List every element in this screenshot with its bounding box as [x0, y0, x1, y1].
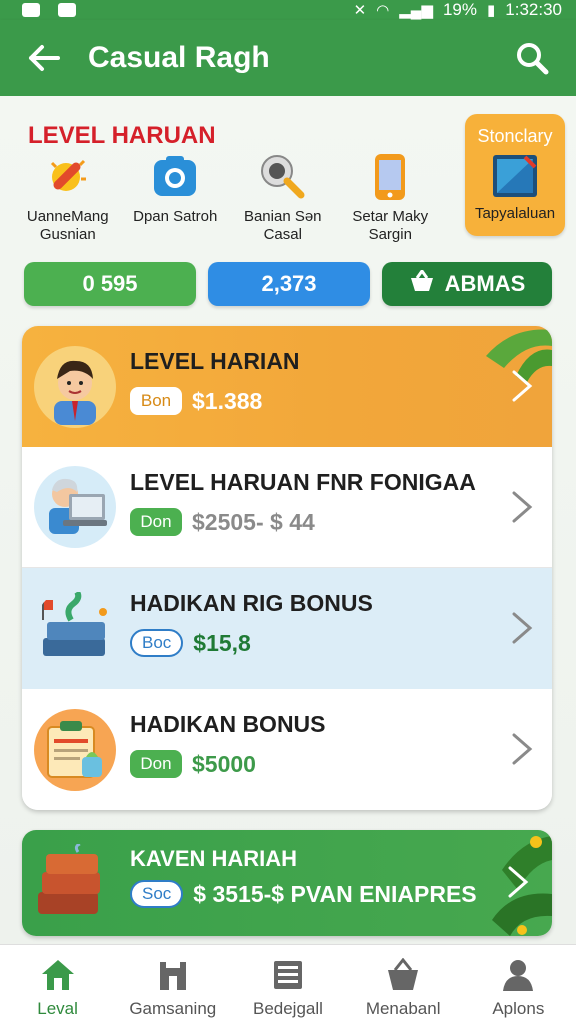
chevron-right-icon — [512, 370, 533, 402]
nav-item-aplons[interactable]: Aplons — [461, 945, 576, 1024]
list-item-amount: $15,8 — [193, 629, 251, 656]
chevron-right-icon — [512, 733, 533, 765]
phone-icon — [365, 152, 415, 202]
battery-level: 19% — [442, 0, 477, 19]
list-item-title: LEVEL HARUAN FNR FONIGAA — [130, 469, 476, 495]
status-badge: Boc — [130, 629, 184, 657]
list-item-amount: $2505- $ 44 — [192, 508, 315, 535]
category-item[interactable]: Setar Maky Sargin — [337, 152, 445, 252]
list-item-title: LEVEL HARIAN — [130, 348, 300, 374]
status-badge: Soc — [130, 880, 184, 908]
page-title: Casual Ragh — [88, 41, 270, 74]
back-arrow-icon[interactable] — [24, 38, 64, 78]
leaf-decoration-icon — [486, 329, 552, 384]
nav-item-bedejgall[interactable]: Bedejgall — [230, 945, 345, 1024]
section-title: LEVEL HARUAN — [28, 122, 216, 149]
signal-icon: ▂▄▆ — [399, 2, 433, 19]
books-icon — [34, 842, 114, 924]
main-content: LEVEL HARUAN UanneMang Gusnian Dpan Satr… — [0, 96, 576, 944]
category-item[interactable]: UanneMang Gusnian — [14, 152, 122, 252]
document-icon — [269, 957, 307, 993]
bottom-nav: Leval Gamsaning Bedejgall Menabanl Aplon… — [0, 944, 576, 1024]
candy-icon — [43, 152, 93, 202]
search-icon[interactable] — [512, 38, 552, 78]
status-badge: Don — [130, 508, 182, 536]
nav-item-menabanl[interactable]: Menabanl — [346, 945, 461, 1024]
mute-icon: ✕ — [353, 2, 367, 19]
category-row: UanneMang Gusnian Dpan Satroh Banian Sən… — [14, 152, 444, 252]
basket-icon — [384, 957, 422, 993]
clock: 1:32:30 — [505, 0, 562, 19]
status-badge: Don — [130, 750, 182, 778]
status-bar: ✕ ◠ ▂▄▆ 19% ▮ 1:32:30 — [0, 0, 576, 20]
stat-pill-second[interactable]: 2,373 — [208, 262, 370, 306]
basket-icon — [409, 268, 435, 298]
banner-title: KAVEN HARIAH — [130, 846, 298, 871]
nav-item-leval[interactable]: Leval — [0, 945, 115, 1024]
status-badge: Bon — [130, 387, 182, 415]
list-item-amount: $5000 — [192, 750, 256, 777]
books-icon — [34, 588, 116, 670]
chevron-right-icon — [512, 491, 533, 523]
list-item-amount: $1.388 — [192, 387, 263, 414]
nav-item-gamsaning[interactable]: Gamsaning — [115, 945, 230, 1024]
clipboard-icon — [34, 708, 116, 791]
castle-icon — [154, 957, 192, 993]
camera-icon — [150, 152, 200, 202]
category-item[interactable]: Banian Sən Casal — [229, 152, 337, 252]
category-special[interactable]: Stonclary Tapyalaluan — [465, 114, 565, 236]
person-icon — [499, 957, 537, 993]
list-item-title: HADIKAN BONUS — [130, 711, 326, 737]
wifi-icon: ◠ — [376, 2, 390, 19]
category-item[interactable]: Dpan Satroh — [122, 152, 230, 252]
home-icon — [39, 957, 77, 993]
list-item-title: HADIKAN RIG BONUS — [130, 590, 373, 616]
notification-icon — [22, 3, 40, 17]
message-icon — [58, 3, 76, 17]
banner-amount: $ 3515-$ PVAN ENIAPRES — [193, 880, 477, 907]
app-bar: Casual Ragh — [0, 20, 576, 96]
promo-banner[interactable]: KAVEN HARIAH Soc $ 3515-$ PVAN ENIAPRES — [22, 830, 552, 936]
avatar — [34, 466, 116, 548]
list-item[interactable]: LEVEL HARIAN Bon $1.388 — [22, 326, 552, 447]
chevron-right-icon — [512, 612, 533, 644]
list-item[interactable]: HADIKAN RIG BONUS Boc $15,8 — [22, 568, 552, 689]
list-item[interactable]: HADIKAN BONUS Don $5000 — [22, 689, 552, 810]
stat-pill-first[interactable]: 0 595 — [24, 262, 196, 306]
microphone-icon — [258, 152, 308, 202]
tablet-icon — [491, 153, 539, 199]
chevron-right-icon — [508, 866, 529, 898]
avatar — [34, 345, 116, 428]
stat-pill-third[interactable]: ABMAS — [382, 262, 552, 306]
battery-icon: ▮ — [487, 2, 496, 19]
list-item[interactable]: LEVEL HARUAN FNR FONIGAA Don $2505- $ 44 — [22, 447, 552, 568]
reward-list: LEVEL HARIAN Bon $1.388 LEVEL HARUAN FNR… — [22, 326, 552, 810]
